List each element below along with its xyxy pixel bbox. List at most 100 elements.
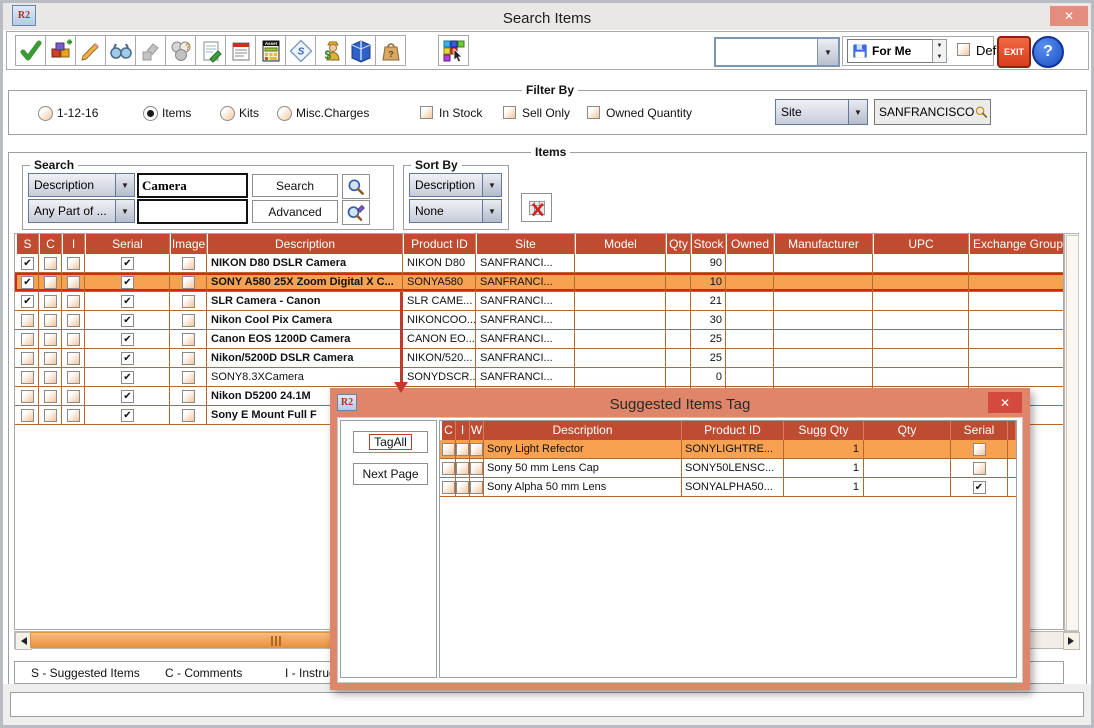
- dialog-column-header-serial[interactable]: Serial: [951, 421, 1008, 440]
- s-checkbox[interactable]: [21, 371, 34, 384]
- add-item-icon[interactable]: [45, 35, 76, 66]
- window-title-bar[interactable]: R2 Search Items ✕: [3, 3, 1091, 30]
- serial-checkbox[interactable]: [973, 443, 986, 456]
- find-binoculars-icon[interactable]: [105, 35, 136, 66]
- column-header-exchange[interactable]: Exchange Group: [970, 234, 1064, 254]
- default-checkbox[interactable]: [957, 43, 970, 56]
- serial-checkbox[interactable]: [121, 333, 134, 346]
- c-checkbox[interactable]: [44, 314, 57, 327]
- filter-checkbox-owned-quantity[interactable]: [587, 106, 600, 119]
- c-checkbox[interactable]: [44, 352, 57, 365]
- image-checkbox[interactable]: [182, 314, 195, 327]
- serial-checkbox[interactable]: [121, 276, 134, 289]
- column-header-qty[interactable]: Qty: [667, 234, 691, 254]
- column-header-stock[interactable]: Stock: [692, 234, 726, 254]
- table-row[interactable]: Canon EOS 1200D CameraCANON EO...SANFRAN…: [15, 330, 1064, 349]
- w-checkbox[interactable]: [470, 443, 483, 456]
- image-checkbox[interactable]: [182, 352, 195, 365]
- image-checkbox[interactable]: [182, 409, 195, 422]
- labor-dollar-icon[interactable]: $: [315, 35, 346, 66]
- w-checkbox[interactable]: [470, 462, 483, 475]
- save-for-me-button[interactable]: For Me: [847, 39, 937, 63]
- s-checkbox[interactable]: [21, 295, 34, 308]
- window-close-button[interactable]: ✕: [1050, 6, 1088, 26]
- column-header-site[interactable]: Site: [477, 234, 575, 254]
- chevron-down-icon[interactable]: [848, 100, 867, 124]
- filter-radio-items[interactable]: [143, 106, 158, 121]
- confirm-icon[interactable]: [15, 35, 46, 66]
- advanced-find-icon[interactable]: [342, 200, 370, 225]
- column-header-i[interactable]: I: [63, 234, 85, 254]
- column-header-desc[interactable]: Description: [208, 234, 403, 254]
- image-checkbox[interactable]: [182, 390, 195, 403]
- image-checkbox[interactable]: [182, 257, 195, 270]
- catalog-book-icon[interactable]: [345, 35, 376, 66]
- column-header-owned[interactable]: Owned: [727, 234, 774, 254]
- dialog-column-header-i[interactable]: I: [456, 421, 470, 440]
- table-row[interactable]: SONY A580 25X Zoom Digital X C...SONYA58…: [15, 273, 1064, 292]
- dialog-column-header-pid[interactable]: Product ID: [682, 421, 784, 440]
- i-checkbox[interactable]: [67, 371, 80, 384]
- edit-pencil-icon[interactable]: [75, 35, 106, 66]
- filter-radio-kits[interactable]: [220, 106, 235, 121]
- column-header-c[interactable]: C: [40, 234, 62, 254]
- c-checkbox[interactable]: [44, 371, 57, 384]
- i-checkbox[interactable]: [456, 481, 469, 494]
- serial-checkbox[interactable]: [121, 257, 134, 270]
- column-header-s[interactable]: S: [17, 234, 39, 254]
- i-checkbox[interactable]: [67, 409, 80, 422]
- help-icon[interactable]: ?: [1032, 36, 1064, 68]
- image-checkbox[interactable]: [182, 333, 195, 346]
- i-checkbox[interactable]: [67, 276, 80, 289]
- search-query-input[interactable]: [137, 173, 248, 198]
- i-checkbox[interactable]: [67, 390, 80, 403]
- filter-radio-misc-charges[interactable]: [277, 106, 292, 121]
- dialog-column-header-sugg[interactable]: Sugg Qty: [784, 421, 864, 440]
- i-checkbox[interactable]: [67, 314, 80, 327]
- serial-checkbox[interactable]: [973, 462, 986, 475]
- serial-checkbox[interactable]: [121, 409, 134, 422]
- image-checkbox[interactable]: [182, 371, 195, 384]
- dialog-table-row[interactable]: Sony Alpha 50 mm LensSONYALPHA50...1: [440, 478, 1016, 497]
- c-checkbox[interactable]: [442, 481, 455, 494]
- serial-checkbox[interactable]: [973, 481, 986, 494]
- w-checkbox[interactable]: [470, 481, 483, 494]
- column-header-upc[interactable]: UPC: [874, 234, 969, 254]
- serial-checkbox[interactable]: [121, 371, 134, 384]
- i-checkbox[interactable]: [67, 333, 80, 346]
- column-header-pid[interactable]: Product ID: [404, 234, 476, 254]
- s-checkbox[interactable]: [21, 352, 34, 365]
- search-field-combobox[interactable]: Description: [28, 173, 135, 197]
- i-checkbox[interactable]: [67, 257, 80, 270]
- column-header-serial[interactable]: Serial: [86, 234, 170, 254]
- c-checkbox[interactable]: [442, 443, 455, 456]
- price-tag-icon[interactable]: S: [285, 35, 316, 66]
- chevron-down-icon[interactable]: [817, 39, 838, 65]
- dialog-column-header-desc[interactable]: Description: [484, 421, 682, 440]
- c-checkbox[interactable]: [44, 257, 57, 270]
- i-checkbox[interactable]: [67, 295, 80, 308]
- tag-all-button[interactable]: TagAll: [353, 431, 428, 453]
- serial-checkbox[interactable]: [121, 295, 134, 308]
- serial-checkbox[interactable]: [121, 352, 134, 365]
- site-filter-combobox[interactable]: Site: [775, 99, 868, 125]
- serial-checkbox[interactable]: [121, 390, 134, 403]
- next-page-button[interactable]: Next Page: [353, 463, 428, 485]
- advanced-button[interactable]: Advanced: [252, 200, 338, 223]
- dialog-table-row[interactable]: Sony 50 mm Lens CapSONY50LENSC...1: [440, 459, 1016, 478]
- table-row[interactable]: NIKON D80 DSLR CameraNIKON D80SANFRANCI.…: [15, 254, 1064, 273]
- filter-radio-1-12-16[interactable]: [38, 106, 53, 121]
- filter-checkbox-in-stock[interactable]: [420, 106, 433, 119]
- table-row[interactable]: Nikon/5200D DSLR CameraNIKON/520...SANFR…: [15, 349, 1064, 368]
- c-checkbox[interactable]: [44, 409, 57, 422]
- move-disabled-icon[interactable]: [135, 35, 166, 66]
- search-icon[interactable]: [974, 103, 989, 121]
- search-magnifier-icon[interactable]: [342, 174, 370, 199]
- calendar-icon[interactable]: [225, 35, 256, 66]
- column-header-image[interactable]: Image: [171, 234, 207, 254]
- dialog-column-header-qty[interactable]: Qty: [864, 421, 951, 440]
- scroll-right-icon[interactable]: [1063, 632, 1080, 650]
- table-row[interactable]: Nikon Cool Pix CameraNIKONCOO...SANFRANC…: [15, 311, 1064, 330]
- i-checkbox[interactable]: [456, 462, 469, 475]
- site-search-field[interactable]: SANFRANCISCO: [874, 99, 991, 125]
